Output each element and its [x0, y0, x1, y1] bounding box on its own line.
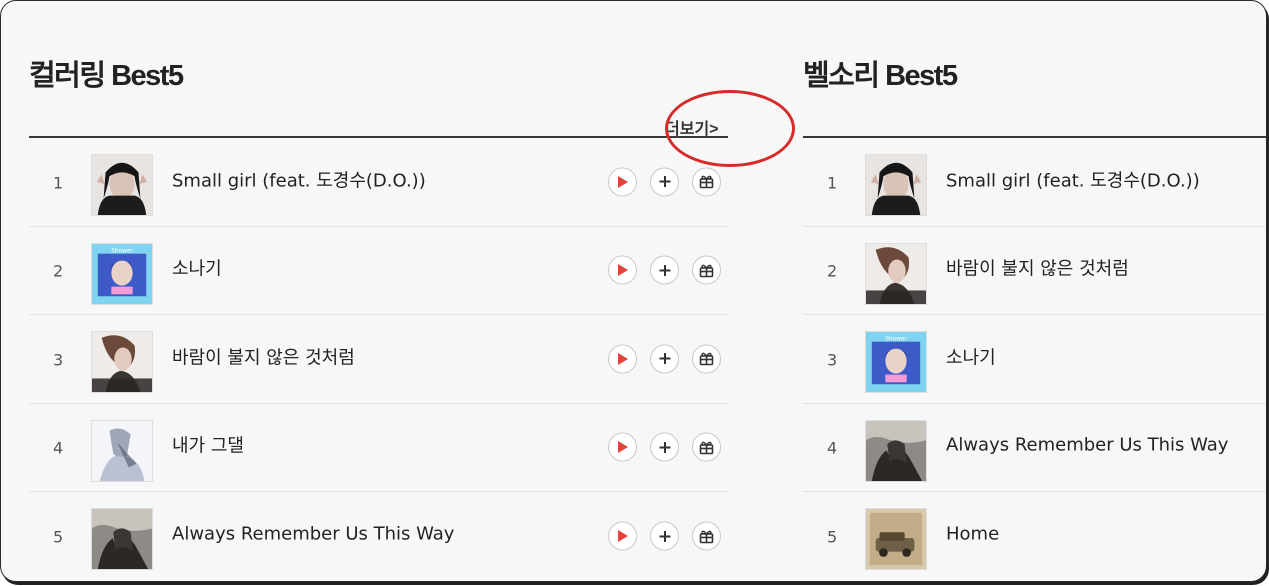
song-title[interactable]: Always Remember Us This Way — [172, 524, 454, 545]
play-button[interactable] — [608, 432, 637, 462]
play-button[interactable] — [608, 521, 637, 551]
gift-button[interactable] — [692, 255, 721, 285]
rank-number: 1 — [827, 173, 838, 193]
list-item[interactable]: 1 Small girl (feat. 도경수(D.O.)) — [29, 138, 728, 227]
play-icon — [617, 175, 628, 188]
rank-number: 4 — [53, 438, 64, 458]
plus-icon — [659, 176, 670, 188]
row-actions — [608, 167, 721, 197]
album-art[interactable]: Shower — [865, 331, 927, 393]
play-icon — [617, 352, 628, 365]
gift-icon — [699, 530, 714, 544]
svg-text:Shower: Shower — [111, 248, 133, 254]
play-button[interactable] — [608, 255, 637, 285]
rank-number: 2 — [827, 261, 838, 281]
rank-number: 3 — [53, 350, 64, 370]
play-icon — [617, 264, 628, 277]
album-art[interactable]: Shower — [91, 242, 153, 305]
bell-list: 1 Small girl (feat. 도경수(D.O.)) 2 바람이 불지 … — [803, 138, 1266, 581]
song-title[interactable]: Home — [946, 524, 999, 545]
row-actions — [608, 521, 721, 551]
row-actions — [608, 255, 721, 285]
album-art[interactable] — [865, 508, 927, 570]
row-actions — [608, 432, 721, 462]
gift-button[interactable] — [692, 344, 721, 374]
album-art[interactable] — [865, 154, 927, 216]
add-button[interactable] — [650, 255, 679, 285]
plus-icon — [659, 441, 670, 453]
list-item[interactable]: 1 Small girl (feat. 도경수(D.O.)) — [803, 138, 1266, 227]
song-title[interactable]: 바람이 불지 않은 것처럼 — [172, 343, 355, 369]
list-item[interactable]: 4 Always Remember Us This Way — [803, 404, 1266, 492]
song-title[interactable]: Always Remember Us This Way — [946, 435, 1228, 456]
plus-icon — [659, 353, 670, 365]
coloring-title: 컬러링 Best5 — [29, 60, 184, 92]
play-button[interactable] — [608, 344, 637, 374]
rank-number: 3 — [827, 350, 838, 370]
add-button[interactable] — [650, 432, 679, 462]
list-item[interactable]: 3 Shower 소나기 — [803, 315, 1266, 404]
add-button[interactable] — [650, 344, 679, 374]
list-item[interactable]: 5 Home — [803, 492, 1266, 581]
list-item[interactable]: 2 Shower 소나기 — [29, 227, 728, 315]
bell-title: 벨소리 Best5 — [803, 60, 958, 92]
rank-number: 4 — [827, 438, 838, 458]
gift-icon — [699, 264, 714, 278]
list-item[interactable]: 5 Always Remember Us This Way — [29, 492, 728, 581]
album-art[interactable] — [91, 331, 153, 393]
row-actions — [608, 344, 721, 374]
list-item[interactable]: 4 내가 그댈 — [29, 404, 728, 492]
song-title[interactable]: 내가 그댈 — [172, 432, 244, 458]
gift-button[interactable] — [692, 521, 721, 551]
list-item[interactable]: 2 바람이 불지 않은 것처럼 — [803, 227, 1266, 315]
rank-number: 5 — [53, 527, 64, 547]
coloring-list: 1 Small girl (feat. 도경수(D.O.)) 2 Shower … — [29, 138, 728, 581]
gift-button[interactable] — [692, 167, 721, 197]
plus-icon — [659, 530, 670, 542]
album-art[interactable] — [91, 419, 153, 482]
album-art[interactable] — [91, 154, 153, 216]
song-title[interactable]: 바람이 불지 않은 것처럼 — [946, 255, 1129, 281]
song-title[interactable]: Small girl (feat. 도경수(D.O.)) — [172, 166, 426, 192]
add-button[interactable] — [650, 521, 679, 551]
album-art[interactable] — [865, 419, 927, 482]
gift-icon — [699, 175, 714, 189]
song-title[interactable]: 소나기 — [172, 255, 222, 281]
gift-button[interactable] — [692, 432, 721, 462]
rank-number: 2 — [53, 261, 64, 281]
svg-text:Shower: Shower — [885, 337, 907, 343]
gift-icon — [699, 352, 714, 366]
add-button[interactable] — [650, 167, 679, 197]
list-item[interactable]: 3 바람이 불지 않은 것처럼 — [29, 315, 728, 404]
rank-number: 5 — [827, 527, 838, 547]
plus-icon — [659, 264, 670, 276]
album-art[interactable] — [865, 242, 927, 305]
play-icon — [617, 530, 628, 543]
play-button[interactable] — [608, 167, 637, 197]
song-title[interactable]: Small girl (feat. 도경수(D.O.)) — [946, 166, 1200, 192]
chart-frame: 컬러링 Best5 더보기> 1 Small girl (feat. 도경수(D… — [0, 0, 1267, 582]
play-icon — [617, 441, 628, 454]
album-art[interactable] — [91, 508, 153, 570]
rank-number: 1 — [53, 173, 64, 193]
gift-icon — [699, 441, 714, 455]
song-title[interactable]: 소나기 — [946, 343, 996, 369]
